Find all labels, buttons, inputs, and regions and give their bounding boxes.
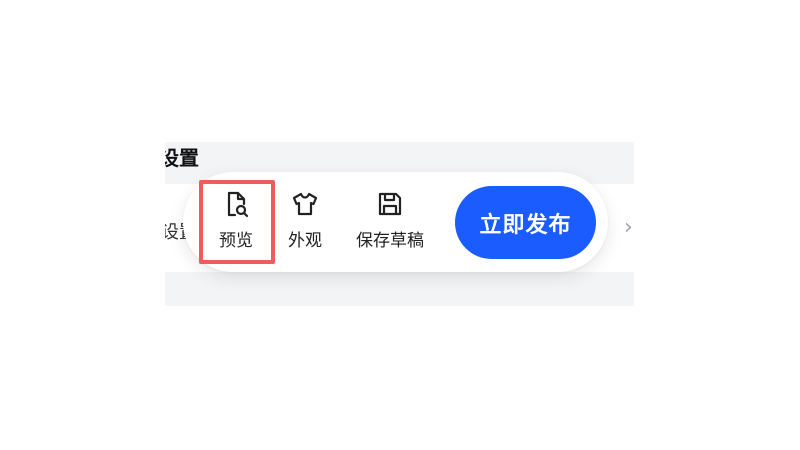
save-draft-label: 保存草稿: [356, 231, 424, 251]
save-draft-button[interactable]: 保存草稿: [351, 190, 429, 256]
publish-now-button[interactable]: 立即发布: [455, 186, 596, 259]
appearance-button[interactable]: 外观: [283, 190, 327, 256]
chevron-right-icon[interactable]: ›: [624, 216, 633, 240]
tshirt-icon: [292, 192, 318, 216]
appearance-label: 外观: [288, 231, 322, 251]
preview-label: 预览: [219, 231, 253, 251]
floppy-disk-icon: [378, 192, 402, 216]
section-title: 设置: [165, 146, 199, 170]
document-search-icon: [227, 191, 249, 218]
preview-button[interactable]: 预览: [216, 190, 256, 256]
floating-toolbar: 预览 外观 保存草稿 立即发布: [183, 172, 608, 272]
